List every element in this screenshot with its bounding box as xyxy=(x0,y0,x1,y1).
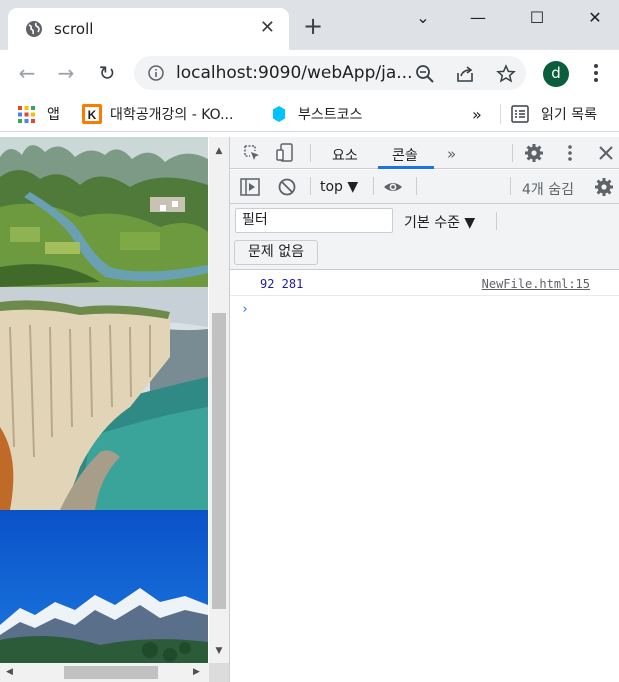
forward-icon[interactable]: → xyxy=(53,60,79,86)
horizontal-scrollbar[interactable]: ◀ ▶ xyxy=(0,663,209,682)
issues-button[interactable]: 문제 없음 xyxy=(234,240,318,265)
devtools-menu-icon[interactable] xyxy=(560,143,580,163)
tab-search-icon[interactable]: ⌄ xyxy=(408,8,438,28)
divider xyxy=(310,177,311,195)
reload-icon[interactable]: ↻ xyxy=(94,60,120,86)
scrollbar-corner xyxy=(209,663,229,682)
apps-shortcut[interactable]: 앱 xyxy=(18,103,60,125)
console-prompt-icon[interactable]: › xyxy=(241,302,249,317)
context-selector[interactable]: top ▼ xyxy=(320,179,358,195)
svg-text:K: K xyxy=(88,108,97,122)
boostcourse-icon xyxy=(273,106,285,122)
devtools-tab-bar: 요소 콘솔 » xyxy=(230,137,619,169)
page-viewport[interactable] xyxy=(0,137,229,682)
scroll-up-arrow-icon[interactable]: ▲ xyxy=(213,146,225,156)
tab-close-icon[interactable]: ✕ xyxy=(260,17,275,38)
issues-bar: 문제 없음 xyxy=(230,237,619,270)
log-level-select[interactable]: 기본 수준 ▼ xyxy=(404,212,475,232)
divider xyxy=(510,177,511,195)
console-settings-gear-icon[interactable] xyxy=(594,177,614,197)
bookmark-item-boostcourse[interactable]: 부스트코스 xyxy=(272,103,362,125)
divider xyxy=(512,144,513,162)
kocw-icon: K xyxy=(82,104,102,124)
share-icon[interactable] xyxy=(455,64,475,84)
inspect-element-icon[interactable] xyxy=(242,143,262,163)
landscape-image-mountains xyxy=(0,510,208,663)
landscape-image-karst xyxy=(0,137,208,287)
hidden-messages-count: 4개 숨김 xyxy=(522,182,574,198)
more-tabs-icon[interactable]: » xyxy=(447,145,456,163)
console-log-text: 92 281 xyxy=(260,277,304,291)
apps-label: 앱 xyxy=(47,107,60,123)
divider xyxy=(310,144,311,162)
address-bar[interactable]: localhost:9090/webApp/ja... xyxy=(134,56,526,90)
clear-console-icon[interactable] xyxy=(277,177,297,197)
info-icon[interactable] xyxy=(148,65,164,81)
bookmarks-overflow-icon[interactable]: » xyxy=(472,103,482,125)
tab-console[interactable]: 콘솔 xyxy=(392,145,418,165)
vertical-scrollbar[interactable]: ▲ ▼ xyxy=(209,137,229,663)
bookmark-star-icon[interactable] xyxy=(496,64,516,84)
tab-title: scroll xyxy=(54,20,94,38)
scrollbar-thumb[interactable] xyxy=(212,313,226,609)
active-tab-indicator xyxy=(378,166,434,169)
divider xyxy=(500,104,501,124)
tab-elements[interactable]: 요소 xyxy=(332,145,358,165)
bookmark-label: 대학공개강의 - KO... xyxy=(110,107,234,123)
device-toolbar-icon[interactable] xyxy=(275,143,295,163)
bookmarks-bar: 앱 K 대학공개강의 - KO... 부스트코스 » 읽기 목록 xyxy=(0,96,619,132)
globe-icon xyxy=(26,21,42,37)
devtools-panel: 요소 콘솔 » top ▼ 4개 숨김 필터 기본 수준 ▼ 문제 없음 92 … xyxy=(229,137,619,682)
reading-list-icon xyxy=(511,105,529,123)
back-icon[interactable]: ← xyxy=(14,60,40,86)
console-source-link[interactable]: NewFile.html:15 xyxy=(482,277,590,291)
scroll-down-arrow-icon[interactable]: ▼ xyxy=(213,646,225,656)
scroll-left-arrow-icon[interactable]: ◀ xyxy=(6,667,13,677)
scroll-right-arrow-icon[interactable]: ▶ xyxy=(193,667,200,677)
minimize-button[interactable]: — xyxy=(463,8,493,28)
url-text[interactable]: localhost:9090/webApp/ja... xyxy=(176,63,412,83)
landscape-image-cliffs xyxy=(0,287,208,510)
zoom-icon[interactable] xyxy=(415,64,435,84)
bookmark-item-kocw[interactable]: K 대학공개강의 - KO... xyxy=(82,103,233,125)
divider xyxy=(496,212,497,230)
browser-toolbar: ← → ↻ localhost:9090/webApp/ja... d xyxy=(0,50,619,96)
apps-grid-icon xyxy=(18,105,35,123)
console-toolbar: top ▼ 4개 숨김 xyxy=(230,170,619,204)
browser-tab[interactable]: scroll ✕ xyxy=(8,8,289,50)
new-tab-button[interactable]: + xyxy=(303,14,323,38)
divider xyxy=(0,131,619,132)
scrollbar-thumb[interactable] xyxy=(64,666,158,679)
maximize-button[interactable]: ☐ xyxy=(522,8,552,28)
settings-gear-icon[interactable] xyxy=(524,143,544,163)
close-devtools-icon[interactable] xyxy=(596,143,616,163)
live-expression-eye-icon[interactable] xyxy=(383,177,403,197)
reading-list-label: 읽기 목록 xyxy=(541,107,597,123)
console-message: 92 281 NewFile.html:15 xyxy=(230,271,619,296)
bookmark-label: 부스트코스 xyxy=(298,107,363,123)
divider xyxy=(373,177,374,195)
filter-input[interactable]: 필터 xyxy=(235,208,393,233)
filter-bar: 필터 기본 수준 ▼ xyxy=(230,204,619,237)
chrome-menu-icon[interactable] xyxy=(588,62,604,84)
reading-list-button[interactable]: 읽기 목록 xyxy=(511,103,597,125)
sidebar-toggle-icon[interactable] xyxy=(240,177,260,197)
divider xyxy=(416,177,417,195)
title-bar: scroll ✕ + ⌄ — ☐ ✕ xyxy=(0,0,619,50)
profile-avatar[interactable]: d xyxy=(543,61,569,87)
window-close-button[interactable]: ✕ xyxy=(580,8,610,28)
